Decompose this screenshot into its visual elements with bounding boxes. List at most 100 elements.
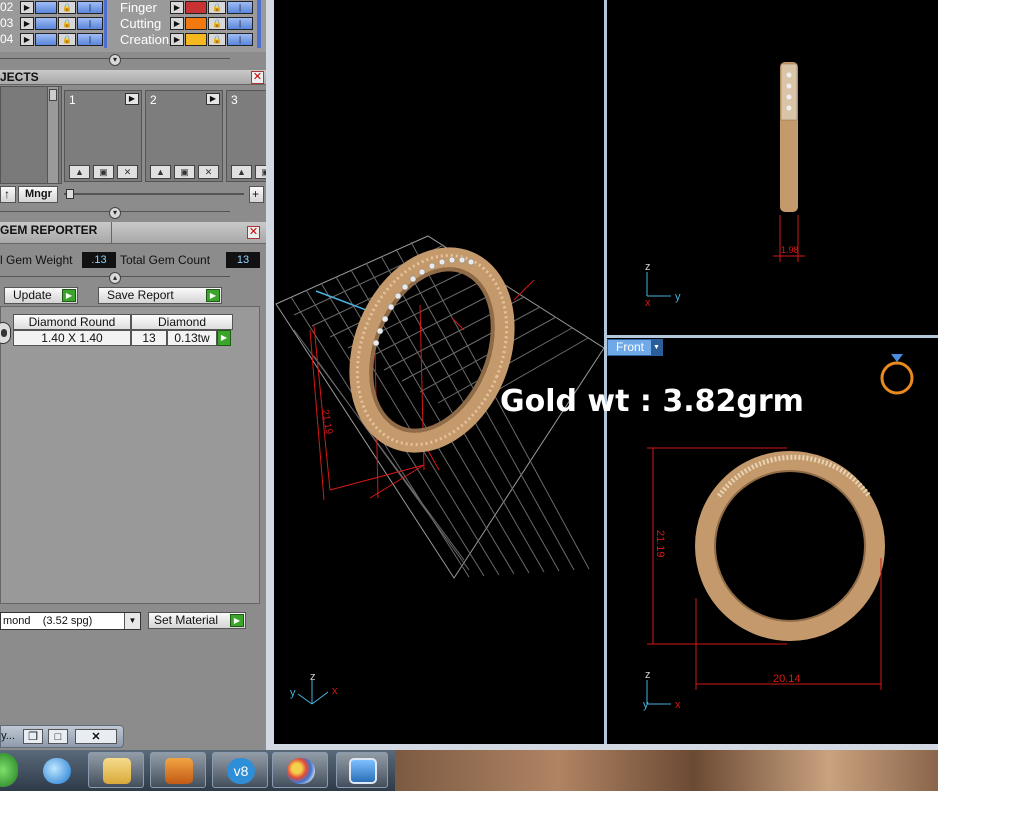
layer-color-swatch[interactable] xyxy=(35,1,57,14)
collapse-icon[interactable]: ▾ xyxy=(109,207,121,219)
up-arrow-icon[interactable]: ▲ xyxy=(231,165,252,179)
panel-resize-handle[interactable]: ▴ xyxy=(0,272,266,284)
dimension-label: 20.14 xyxy=(773,673,801,685)
lock-icon[interactable]: 🔒 xyxy=(58,1,76,14)
taskbar-app[interactable] xyxy=(88,752,144,788)
layer-color-swatch[interactable] xyxy=(35,17,57,30)
chevron-down-icon[interactable]: ▼ xyxy=(124,613,140,629)
up-button[interactable]: ↑ xyxy=(0,186,16,203)
play-icon[interactable]: ▶ xyxy=(170,33,184,46)
axis-gizmo xyxy=(646,680,671,705)
play-icon[interactable]: ▶ xyxy=(125,93,139,105)
gem-reporter-title-bar: GEM REPORTER ✕ xyxy=(0,222,266,244)
play-icon[interactable]: ▶ xyxy=(20,33,34,46)
set-material-button[interactable]: Set Material ▶ xyxy=(148,612,246,629)
lock-icon[interactable]: 🔒 xyxy=(58,17,76,30)
scrollbar[interactable] xyxy=(257,0,261,48)
save-icon[interactable]: ▣ xyxy=(174,165,195,179)
go-arrow-icon: ▶ xyxy=(206,289,220,302)
lock-icon[interactable]: 🔒 xyxy=(58,33,76,46)
panel-resize-handle[interactable]: ▾ xyxy=(0,207,266,219)
layer-row[interactable]: 03 ▶ 🔒 | xyxy=(0,16,104,31)
chevron-down-icon[interactable]: ▼ xyxy=(651,340,662,355)
slot-number: 1 xyxy=(69,93,76,107)
material-toggle[interactable]: | xyxy=(227,17,253,30)
delete-icon[interactable]: ✕ xyxy=(117,165,138,179)
layer-number: 04 xyxy=(0,32,14,46)
layer-toggle[interactable]: | xyxy=(77,33,103,46)
material-row-finger[interactable]: Finger ▶ 🔒 | xyxy=(106,0,256,15)
start-orb-icon[interactable] xyxy=(0,753,18,787)
material-color-swatch[interactable] xyxy=(185,1,207,14)
taskbar-app[interactable] xyxy=(28,752,84,788)
perspective-viewport[interactable]: 21.19 z x y xyxy=(274,0,604,744)
viewport-splitter-vertical[interactable] xyxy=(604,0,607,744)
object-slot[interactable]: 1 ▶ ▲ ▣ ✕ xyxy=(64,90,142,182)
collapse-icon[interactable]: ▾ xyxy=(109,54,121,66)
layer-row[interactable]: 04 ▶ 🔒 | xyxy=(0,32,104,47)
restore-icon[interactable]: ❐ xyxy=(23,729,43,744)
close-icon[interactable]: ✕ xyxy=(251,71,264,84)
play-icon[interactable]: ▶ xyxy=(170,1,184,14)
material-select[interactable]: mond (3.52 spg) ▼ xyxy=(0,612,141,630)
up-arrow-icon[interactable]: ▲ xyxy=(150,165,171,179)
panel-resize-handle[interactable]: ▾ xyxy=(0,54,266,66)
view-selector-front[interactable]: Front ▼ xyxy=(607,339,663,356)
play-icon[interactable]: ▶ xyxy=(170,17,184,30)
taskbar-app[interactable] xyxy=(272,752,328,788)
close-icon[interactable]: ✕ xyxy=(75,729,117,744)
material-row-cutting[interactable]: Cutting ▶ 🔒 | xyxy=(106,16,256,31)
collapse-icon[interactable]: ▴ xyxy=(109,272,121,284)
table-cell-size: 1.40 X 1.40 xyxy=(13,330,131,346)
add-button[interactable]: + xyxy=(249,186,264,203)
save-report-button[interactable]: Save Report ▶ xyxy=(98,287,222,304)
manager-button[interactable]: Mngr xyxy=(18,186,58,203)
delete-icon[interactable]: ✕ xyxy=(198,165,219,179)
play-icon[interactable]: ▶ xyxy=(20,1,34,14)
update-button[interactable]: Update ▶ xyxy=(4,287,78,304)
object-slot[interactable]: 3 ▲ ▣ xyxy=(226,90,266,182)
up-arrow-icon[interactable]: ▲ xyxy=(69,165,90,179)
material-toggle[interactable]: | xyxy=(227,1,253,14)
taskbar-app[interactable]: v8 xyxy=(212,752,268,788)
paint-icon xyxy=(287,758,315,784)
material-row-creation[interactable]: Creation ▶ 🔒 | xyxy=(106,32,256,47)
table-cell-count: 13 xyxy=(131,330,167,346)
maximize-icon[interactable]: □ xyxy=(48,729,68,744)
layer-row[interactable]: 02 ▶ 🔒 | xyxy=(0,0,104,15)
material-color-swatch[interactable] xyxy=(185,17,207,30)
ring-model xyxy=(349,247,515,453)
material-color-swatch[interactable] xyxy=(185,33,207,46)
svg-text:x: x xyxy=(645,297,651,309)
taskbar-app[interactable] xyxy=(150,752,206,788)
minimized-window[interactable]: y... ❐ □ ✕ xyxy=(0,725,124,748)
set-material-button-label: Set Material xyxy=(154,613,219,627)
lock-icon[interactable]: 🔒 xyxy=(208,33,226,46)
go-arrow-icon[interactable]: ▶ xyxy=(217,330,231,346)
table-header: Diamond xyxy=(131,314,233,330)
media-player-icon xyxy=(165,758,193,784)
taskbar-app[interactable] xyxy=(336,752,388,788)
layer-color-swatch[interactable] xyxy=(35,33,57,46)
save-icon[interactable]: ▣ xyxy=(255,165,266,179)
slider-thumb[interactable] xyxy=(66,189,74,199)
go-arrow-icon: ▶ xyxy=(230,614,244,627)
material-toggle[interactable]: | xyxy=(227,33,253,46)
gem-report-table: Diamond Round Diamond 1.40 X 1.40 13 0.1… xyxy=(0,306,260,604)
lock-icon[interactable]: 🔒 xyxy=(208,17,226,30)
viewport-splitter-horizontal[interactable] xyxy=(607,335,938,338)
ring-front-view xyxy=(695,451,885,641)
object-slot[interactable]: 2 ▶ ▲ ▣ ✕ xyxy=(145,90,223,182)
save-icon[interactable]: ▣ xyxy=(93,165,114,179)
objects-slider[interactable] xyxy=(64,189,244,199)
dimension-label: 1.98 xyxy=(781,245,799,255)
svg-text:y: y xyxy=(675,291,681,303)
play-icon[interactable]: ▶ xyxy=(206,93,220,105)
layer-toggle[interactable]: | xyxy=(77,17,103,30)
right-viewport[interactable]: 1.98 z y x xyxy=(607,0,938,335)
object-scrollbar[interactable] xyxy=(47,86,59,184)
close-icon[interactable]: ✕ xyxy=(247,226,260,239)
play-icon[interactable]: ▶ xyxy=(20,17,34,30)
layer-toggle[interactable]: | xyxy=(77,1,103,14)
lock-icon[interactable]: 🔒 xyxy=(208,1,226,14)
